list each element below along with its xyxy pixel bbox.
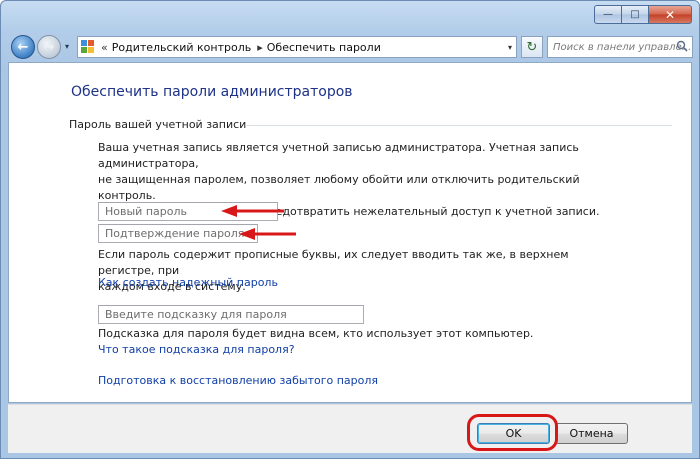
- forward-button[interactable]: →: [37, 35, 61, 59]
- hint-visibility-note: Подсказка для пароля будет видна всем, к…: [98, 327, 534, 340]
- minimize-button[interactable]: —: [594, 5, 622, 24]
- confirm-password-placeholder: Подтверждение пароля: [105, 227, 245, 240]
- forward-arrow-icon: →: [43, 39, 55, 55]
- back-button[interactable]: ←: [11, 35, 35, 59]
- cancel-button[interactable]: Отмена: [555, 423, 628, 444]
- section-divider: [247, 125, 672, 126]
- annotation-arrow-icon: [239, 228, 296, 240]
- case-hint-line: Если пароль содержит прописные буквы, их…: [98, 248, 569, 277]
- search-placeholder: Поиск в панели управле...: [553, 41, 692, 53]
- description-line: не защищенная паролем, позволяет любому …: [98, 173, 580, 202]
- annotation-highlight-ring: [467, 414, 558, 451]
- navigation-bar: ← → ▾ « Родительский контроль ▸ Обеспечи…: [9, 33, 693, 61]
- back-arrow-icon: ←: [17, 39, 29, 55]
- search-input[interactable]: Поиск в панели управле...: [547, 36, 693, 58]
- close-button[interactable]: ✕: [648, 5, 692, 24]
- address-bar[interactable]: « Родительский контроль ▸ Обеспечить пар…: [77, 36, 517, 58]
- search-icon[interactable]: [676, 40, 688, 52]
- footer: OK Отмена: [8, 404, 692, 453]
- content-pane: Обеспечить пароли администраторов Пароль…: [8, 62, 692, 403]
- minimize-icon: —: [603, 9, 613, 20]
- breadcrumb-overflow[interactable]: «: [101, 41, 108, 54]
- what-is-hint-link[interactable]: Что такое подсказка для пароля?: [98, 343, 295, 356]
- refresh-button[interactable]: ↻: [521, 36, 543, 58]
- section-label: Пароль вашей учетной записи: [69, 118, 247, 131]
- maximize-button[interactable]: □: [621, 5, 649, 24]
- maximize-icon: □: [630, 9, 640, 20]
- confirm-password-input[interactable]: Подтверждение пароля: [98, 224, 258, 243]
- breadcrumb-item-ensure-passwords[interactable]: Обеспечить пароли: [267, 41, 381, 54]
- password-hint-placeholder: Введите подсказку для пароля: [105, 308, 287, 321]
- page-title: Обеспечить пароли администраторов: [71, 84, 353, 100]
- caption-buttons: — □ ✕: [594, 5, 692, 24]
- address-dropdown-icon[interactable]: ▾: [508, 43, 512, 52]
- breadcrumb-separator-icon[interactable]: ▸: [257, 41, 263, 54]
- history-dropdown-icon[interactable]: ▾: [65, 42, 69, 51]
- breadcrumb-item-parental-control[interactable]: Родительский контроль: [112, 41, 252, 54]
- annotation-arrow-icon: [221, 205, 284, 217]
- new-password-placeholder: Новый пароль: [105, 205, 187, 218]
- refresh-icon: ↻: [526, 39, 538, 55]
- password-hint-input[interactable]: Введите подсказку для пароля: [98, 305, 364, 324]
- close-icon: ✕: [664, 7, 676, 22]
- recovery-link[interactable]: Подготовка к восстановлению забытого пар…: [98, 374, 378, 387]
- strong-password-link[interactable]: Как создать надежный пароль: [98, 276, 278, 289]
- control-panel-icon: [81, 40, 95, 54]
- description-line: Ваша учетная запись является учетной зап…: [98, 141, 579, 170]
